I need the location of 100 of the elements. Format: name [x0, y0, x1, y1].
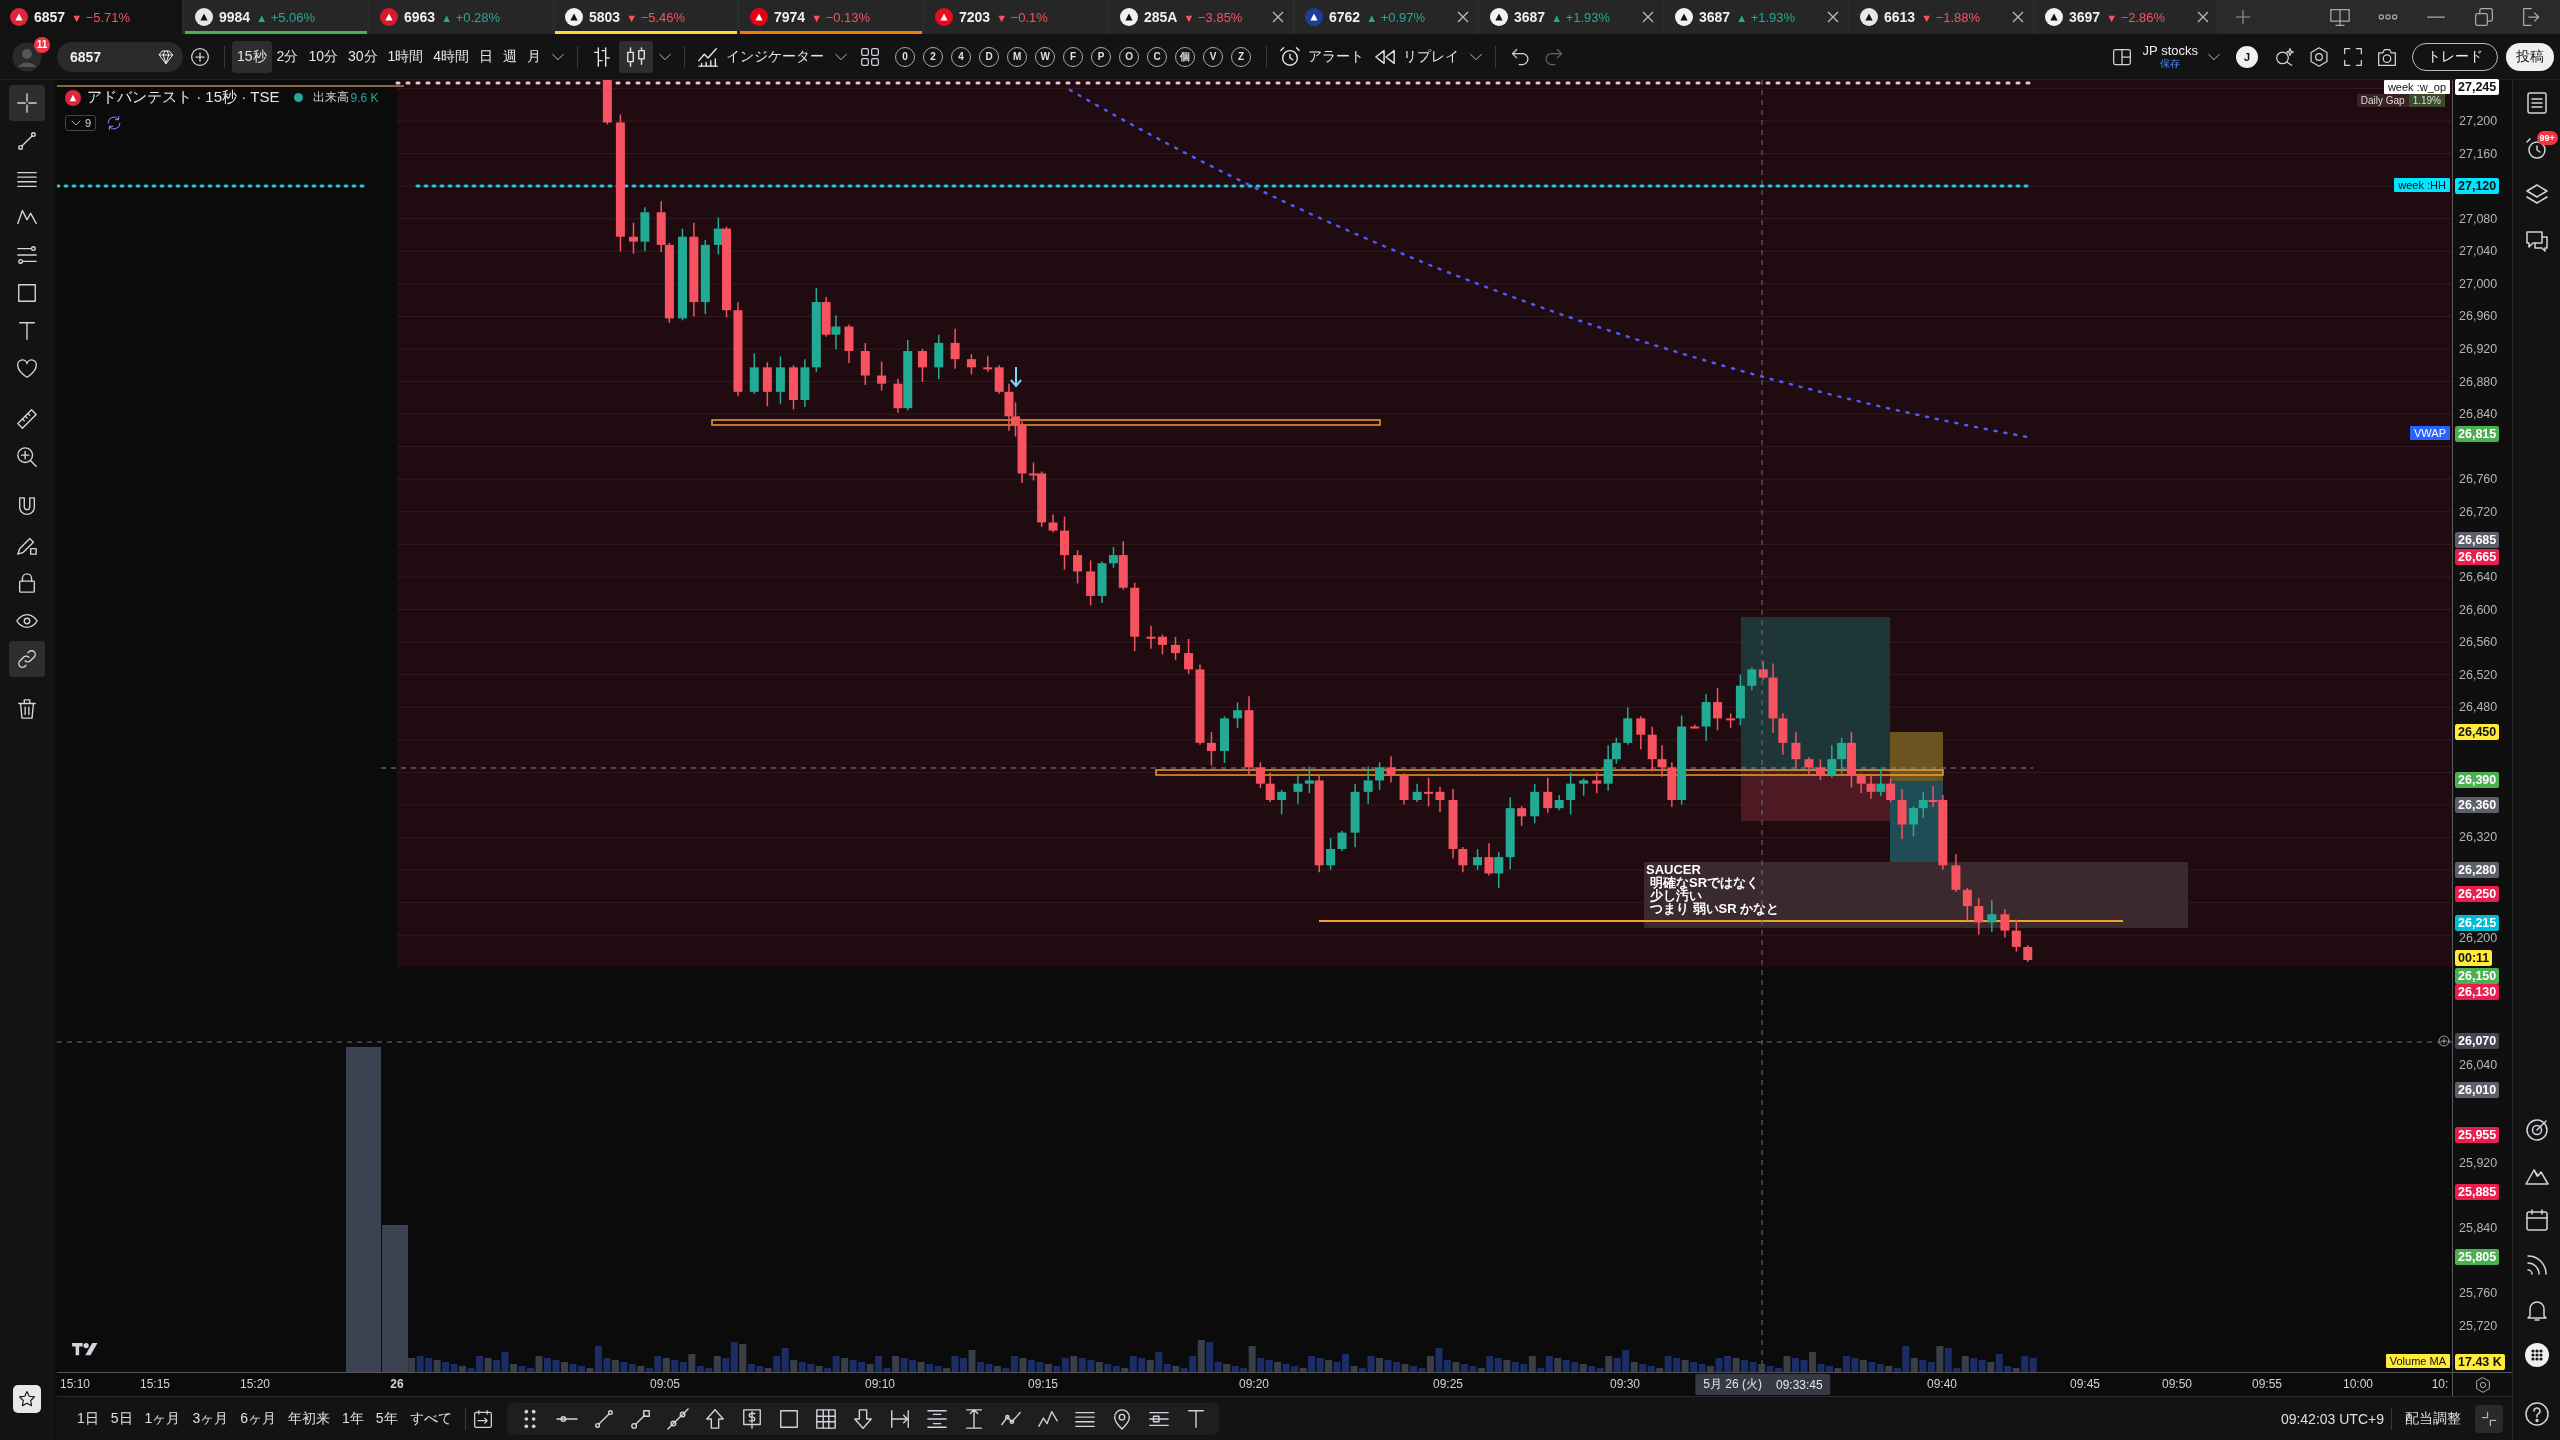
interval-button[interactable]: 週 [498, 40, 523, 73]
price-tick: 25,760 [2459, 1286, 2498, 1300]
symbol-tab[interactable]: 3687 ▲ +1.93% [1480, 0, 1662, 34]
fullscreen-icon[interactable] [2343, 46, 2363, 67]
interval-button[interactable]: 2分 [271, 40, 304, 73]
undo-icon[interactable] [1510, 46, 1531, 67]
indicators-toggle-button[interactable]: 9 [65, 115, 97, 131]
search-icon[interactable] [2275, 46, 2295, 67]
alert-button[interactable]: アラート [1274, 40, 1370, 73]
interval-button[interactable]: 30分 [342, 40, 383, 73]
notification-badge: 11 [34, 36, 50, 53]
symbol-search-field[interactable]: 6857 [57, 41, 183, 72]
exit-icon[interactable] [2522, 7, 2542, 27]
plus-circle-icon[interactable] [2438, 1035, 2450, 1047]
time-text: 09:33:45 [1776, 1377, 1823, 1392]
symbol-tab[interactable]: 3697 ▼ −2.86% [2035, 0, 2217, 34]
dividend-adjust-button[interactable]: 配当調整 [2399, 1403, 2467, 1434]
symbol-tab[interactable]: 7974 ▼ −0.13% [740, 0, 922, 34]
interval-button[interactable]: 10分 [303, 40, 343, 73]
date-range-icon[interactable] [888, 1407, 911, 1430]
symbol-tab[interactable]: 6613 ▼ −1.88% [1850, 0, 2032, 34]
symbol-tab[interactable]: 6857 ▼ −5.71% [0, 0, 182, 34]
extended-line-icon[interactable] [666, 1407, 689, 1430]
grid-icon[interactable] [860, 46, 881, 67]
watchlist-icon[interactable] [2524, 91, 2549, 115]
note-line: 明確なSRではなく [1649, 876, 1760, 889]
calendar-icon[interactable] [2524, 1208, 2549, 1232]
sync-icon[interactable] [106, 115, 123, 131]
stream-icon[interactable] [2524, 1253, 2549, 1277]
favorites-button[interactable] [13, 1385, 41, 1413]
close-icon[interactable] [2012, 11, 2024, 23]
plus-circle-icon[interactable] [190, 46, 210, 67]
redo-icon[interactable] [1544, 46, 1565, 67]
trend-line-icon[interactable] [592, 1407, 615, 1430]
apps-icon[interactable] [2524, 1343, 2549, 1367]
settings-icon[interactable] [2474, 1376, 2491, 1393]
help-icon[interactable] [2524, 1402, 2549, 1426]
logo-icon [65, 89, 81, 106]
account-button[interactable]: J [2236, 45, 2258, 68]
indicators-button[interactable]: インジケーター [692, 40, 830, 73]
daily-gap-label: Daily Gap [2356, 94, 2409, 107]
table-icon[interactable] [814, 1407, 837, 1430]
price-tick: 27,200 [2459, 114, 2498, 128]
symbol-tab[interactable]: 5803 ▼ −5.46% [555, 0, 737, 34]
bell-icon[interactable] [2524, 1298, 2549, 1322]
range-button[interactable]: 3ヶ月 [186, 1403, 235, 1434]
range-button[interactable]: 1ヶ月 [138, 1403, 187, 1434]
symbol-tab[interactable]: 285A ▼ −3.85% [1110, 0, 1292, 34]
price-tick: 26,320 [2459, 830, 2498, 844]
arrow-down-icon[interactable] [851, 1407, 874, 1430]
layout-icon[interactable] [2111, 46, 2132, 67]
plus-icon[interactable] [2234, 8, 2252, 26]
interval-button[interactable]: 1時間 [382, 40, 429, 73]
time-tick: 09:55 [2252, 1377, 2282, 1391]
range-button[interactable]: 1日 [71, 1403, 105, 1434]
rectangle-icon[interactable] [777, 1407, 800, 1430]
price-range-icon[interactable] [925, 1407, 948, 1430]
symbol-tab[interactable]: 6762 ▲ +0.97% [1295, 0, 1477, 34]
layers-icon[interactable] [2524, 183, 2549, 207]
range-button[interactable]: 5年 [369, 1403, 404, 1434]
range-button[interactable]: 1年 [336, 1403, 370, 1434]
close-icon[interactable] [1272, 11, 1284, 23]
link-tool-button[interactable] [9, 641, 45, 677]
symbol-tab[interactable]: 7203 ▼ −0.1% [925, 0, 1107, 34]
symbol-tab[interactable]: 3687 ▲ +1.93% [1665, 0, 1847, 34]
interval-button[interactable]: 日 [474, 40, 499, 73]
close-icon[interactable] [2197, 11, 2209, 23]
monitor-icon[interactable] [2330, 7, 2350, 27]
settings-icon[interactable] [2309, 46, 2329, 67]
ray-icon[interactable] [629, 1407, 652, 1430]
replay-button[interactable]: リプレイ [1369, 40, 1465, 73]
range-button[interactable]: 年初来 [282, 1403, 336, 1434]
interval-button[interactable]: 月 [522, 40, 547, 73]
crosshair-tool-button[interactable] [9, 85, 45, 121]
close-icon[interactable] [1642, 11, 1654, 23]
target-icon[interactable] [2524, 1118, 2549, 1142]
price-tick: 26,840 [2459, 407, 2498, 421]
price-tick: 26,920 [2459, 342, 2498, 356]
candles-style-button[interactable] [619, 40, 654, 73]
range-button[interactable]: 6ヶ月 [234, 1403, 282, 1434]
interval-button[interactable]: 15秒 [232, 40, 272, 73]
chat-icon[interactable] [2524, 229, 2549, 253]
close-icon[interactable] [1457, 11, 1469, 23]
close-icon[interactable] [1827, 11, 1839, 23]
price-label-icon[interactable] [740, 1407, 763, 1430]
arrow-up-icon[interactable] [703, 1407, 726, 1430]
symbol-tab[interactable]: 6963 ▲ +0.28% [370, 0, 552, 34]
price-tag: 25,955 [2455, 1127, 2500, 1143]
time-tick: 09:50 [2162, 1377, 2192, 1391]
time-tick: 10:00 [2343, 1377, 2373, 1391]
notification-badge: 99+ [2536, 131, 2558, 145]
range-button[interactable]: すべて [403, 1403, 458, 1434]
range-button[interactable]: 5日 [104, 1403, 139, 1434]
restore-icon[interactable] [2474, 7, 2494, 27]
layout-menu-button[interactable]: JP stocks 保存 [2142, 43, 2198, 70]
publish-button[interactable]: 投稿 [2506, 42, 2554, 71]
interval-button[interactable]: 4時間 [428, 40, 475, 73]
symbol-tab[interactable]: 9984 ▲ +5.06% [185, 0, 367, 34]
camera-icon[interactable] [2377, 46, 2397, 67]
collapse-button[interactable] [2475, 1404, 2503, 1433]
